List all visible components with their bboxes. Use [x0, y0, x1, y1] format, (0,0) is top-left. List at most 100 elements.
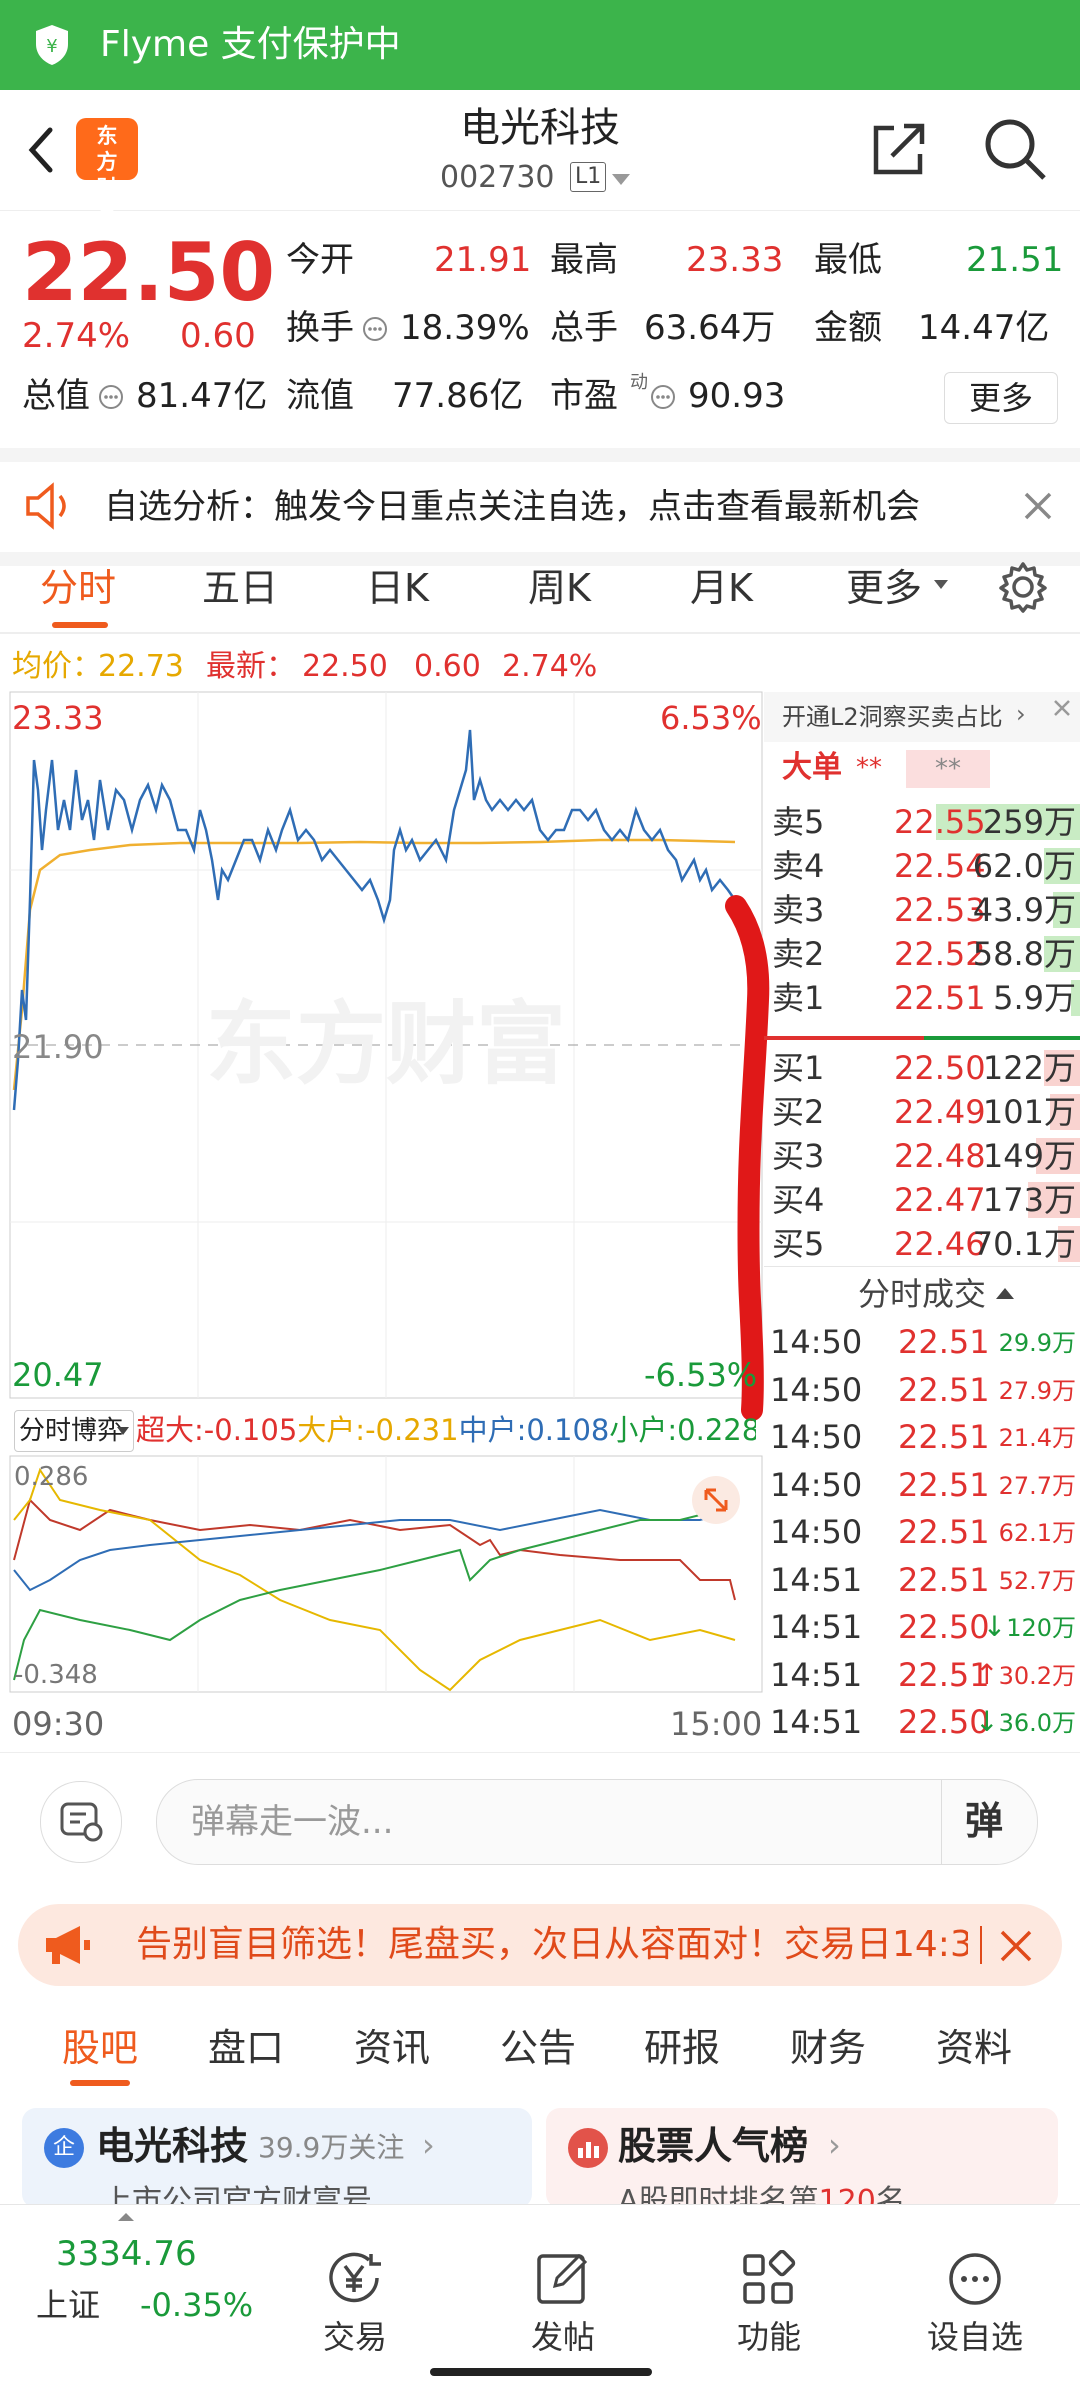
index-change[interactable]: -0.35% [140, 2283, 253, 2327]
trade-price: 22.51 [898, 1560, 990, 1599]
bid-level-row: 买4 22.47 173万 [764, 1178, 1080, 1222]
promo-banner[interactable]: 告别盲目筛选！尾盘买，次日从容面对！交易日14:3 [18, 1904, 1062, 1986]
bid-level-row: 买2 22.49 101万 [764, 1090, 1080, 1134]
l2-banner[interactable]: 开通L2洞察买卖占比 › [764, 692, 1080, 742]
close-icon[interactable] [1048, 694, 1076, 722]
bid-level-label: 买4 [772, 1181, 825, 1219]
trade-time: 14:50 [770, 1370, 863, 1409]
chevron-right-icon: › [422, 2126, 435, 2164]
bid-level-label: 买2 [772, 1093, 825, 1131]
close-icon[interactable] [998, 1928, 1034, 1964]
nav-trade[interactable]: 交易 [290, 2250, 420, 2358]
home-indicator[interactable] [430, 2368, 652, 2376]
bid-level-row: 买1 22.50 122万 [764, 1046, 1080, 1090]
chevron-up-icon[interactable] [996, 1288, 1014, 1299]
medium-value: 0.108 [526, 1413, 610, 1447]
edit-post-icon [537, 2253, 588, 2304]
fundflow-selector[interactable]: 分时博弈 [14, 1410, 134, 1452]
chart-low-price: 20.47 [12, 1356, 104, 1394]
nav-add-watchlist[interactable]: 设自选 [910, 2250, 1040, 2358]
trade-volume-value: 27.7万 [998, 1471, 1076, 1500]
medium-line [13, 1508, 736, 1592]
trade-time: 14:50 [770, 1513, 863, 1551]
trade-volume: ↓120万 [983, 1603, 1076, 1652]
danmu-settings-icon [60, 1802, 103, 1842]
trade-price: 22.51 [898, 1418, 990, 1456]
popularity-card[interactable]: 股票人气榜 › A股即时排名第120名 [546, 2108, 1058, 2208]
nav-functions[interactable]: 功能 [704, 2249, 834, 2358]
trade-volume: ↑30.2万 [975, 1651, 1076, 1700]
card-followers: 39.9万关注 [258, 2131, 405, 2164]
ask-level-label: 卖5 [772, 803, 825, 841]
big-order-label: 大单 [782, 750, 842, 785]
chart-high-pct: 6.53% [660, 699, 762, 737]
trade-time: 14:51 [770, 1703, 863, 1741]
trade-volume: 27.7万 [999, 1461, 1076, 1510]
official-account-card[interactable]: 企 电光科技 39.9万关注 › 上市公司官方财富号 [22, 2108, 532, 2208]
trade-yen-icon [329, 2252, 381, 2303]
input-divider [941, 1780, 942, 1864]
trade-time: 14:50 [770, 1418, 863, 1456]
trade-row: 14:50 22.51 27.9万 [764, 1366, 1080, 1414]
large-value: -0.231 [365, 1413, 459, 1447]
medium-label: 中户: [458, 1413, 527, 1447]
ask-volume: 259万 [982, 803, 1076, 841]
danmu-input[interactable]: 弹幕走一波... 弹 [156, 1779, 1038, 1865]
trade-row: 14:50 22.51 29.9万 [764, 1318, 1080, 1366]
watermark-text: 东方财富 [206, 992, 566, 1097]
big-order-value: ** [856, 753, 882, 783]
trade-price: 22.51 [898, 1370, 990, 1409]
big-order-value-2: ** [906, 750, 990, 788]
trade-price: 22.51 [898, 1323, 990, 1361]
bid-volume: 173万 [982, 1181, 1076, 1219]
trades-title[interactable]: 分时成交 [858, 1270, 986, 1318]
danmu-send-button[interactable]: 弹 [965, 1796, 1003, 1846]
fundflow-selector-label: 分时博弈 [19, 1416, 124, 1446]
ask-bid-divider-green [924, 1036, 1080, 1040]
trade-volume: ↓36.0万 [975, 1698, 1076, 1747]
ask-volume: 43.9万 [972, 891, 1076, 929]
trade-time: 14:50 [770, 1465, 863, 1504]
card-title: 股票人气榜 [618, 2124, 809, 2168]
ask-price: 22.51 [894, 979, 986, 1017]
bid-volume: 70.1万 [972, 1225, 1076, 1263]
tab-announcements[interactable]: 公告 [500, 2020, 576, 2076]
nav-functions-label: 功能 [736, 2318, 801, 2356]
bid-volume: 149万 [982, 1137, 1076, 1175]
ask-level-row: 卖2 22.52 58.8万 [764, 932, 1080, 976]
tab-finance[interactable]: 财务 [790, 2020, 866, 2076]
bid-level-row: 买3 22.48 149万 [764, 1134, 1080, 1178]
super-large-label: 超大: [136, 1413, 204, 1447]
trade-volume-value: 30.2万 [998, 1661, 1076, 1690]
danmu-toggle-button[interactable] [40, 1781, 122, 1863]
tab-forum[interactable]: 股吧 [62, 2020, 138, 2076]
tab-profile[interactable]: 资料 [936, 2020, 1012, 2076]
bid-price: 22.48 [894, 1137, 986, 1175]
expand-up-icon[interactable] [118, 2213, 134, 2221]
small-value: 0.228 [677, 1413, 756, 1447]
ask-level-row: 卖1 22.51 5.9万 [764, 976, 1080, 1020]
tab-market[interactable]: 盘口 [208, 2020, 284, 2076]
trade-volume-value: 52.7万 [998, 1566, 1076, 1595]
super-large-value: -0.105 [203, 1413, 298, 1447]
trade-price: 22.51 [898, 1513, 990, 1551]
index-value[interactable]: 3334.76 [56, 2231, 197, 2277]
index-name[interactable]: 上证 [36, 2283, 100, 2327]
bottom-tab-indicator [70, 2080, 130, 2086]
trade-row: 14:50 22.51 21.4万 [764, 1413, 1080, 1461]
hand-drawn-red-marker [725, 895, 770, 1421]
ask-price: 22.55 [894, 803, 986, 841]
fundflow-legend: 超大:-0.105大户:-0.231中户:0.108小户:0.228 [136, 1410, 756, 1450]
trade-row: 14:51 22.50 ↓36.0万 [764, 1698, 1080, 1746]
card-title: 电光科技 [96, 2124, 249, 2168]
l2-banner-text: 开通L2洞察买卖占比 [782, 703, 1003, 731]
trade-row: 14:51 22.51 ↑30.2万 [764, 1651, 1080, 1699]
nav-post[interactable]: 发帖 [498, 2250, 628, 2358]
tab-research[interactable]: 研报 [644, 2020, 720, 2076]
enterprise-badge: 企 [44, 2128, 84, 2168]
tab-news[interactable]: 资讯 [354, 2020, 430, 2076]
ranking-icon [568, 2128, 608, 2168]
trades-divider [764, 1266, 1080, 1267]
chart-end-time: 15:00 [670, 1705, 763, 1743]
trade-volume: 62.1万 [999, 1508, 1076, 1557]
